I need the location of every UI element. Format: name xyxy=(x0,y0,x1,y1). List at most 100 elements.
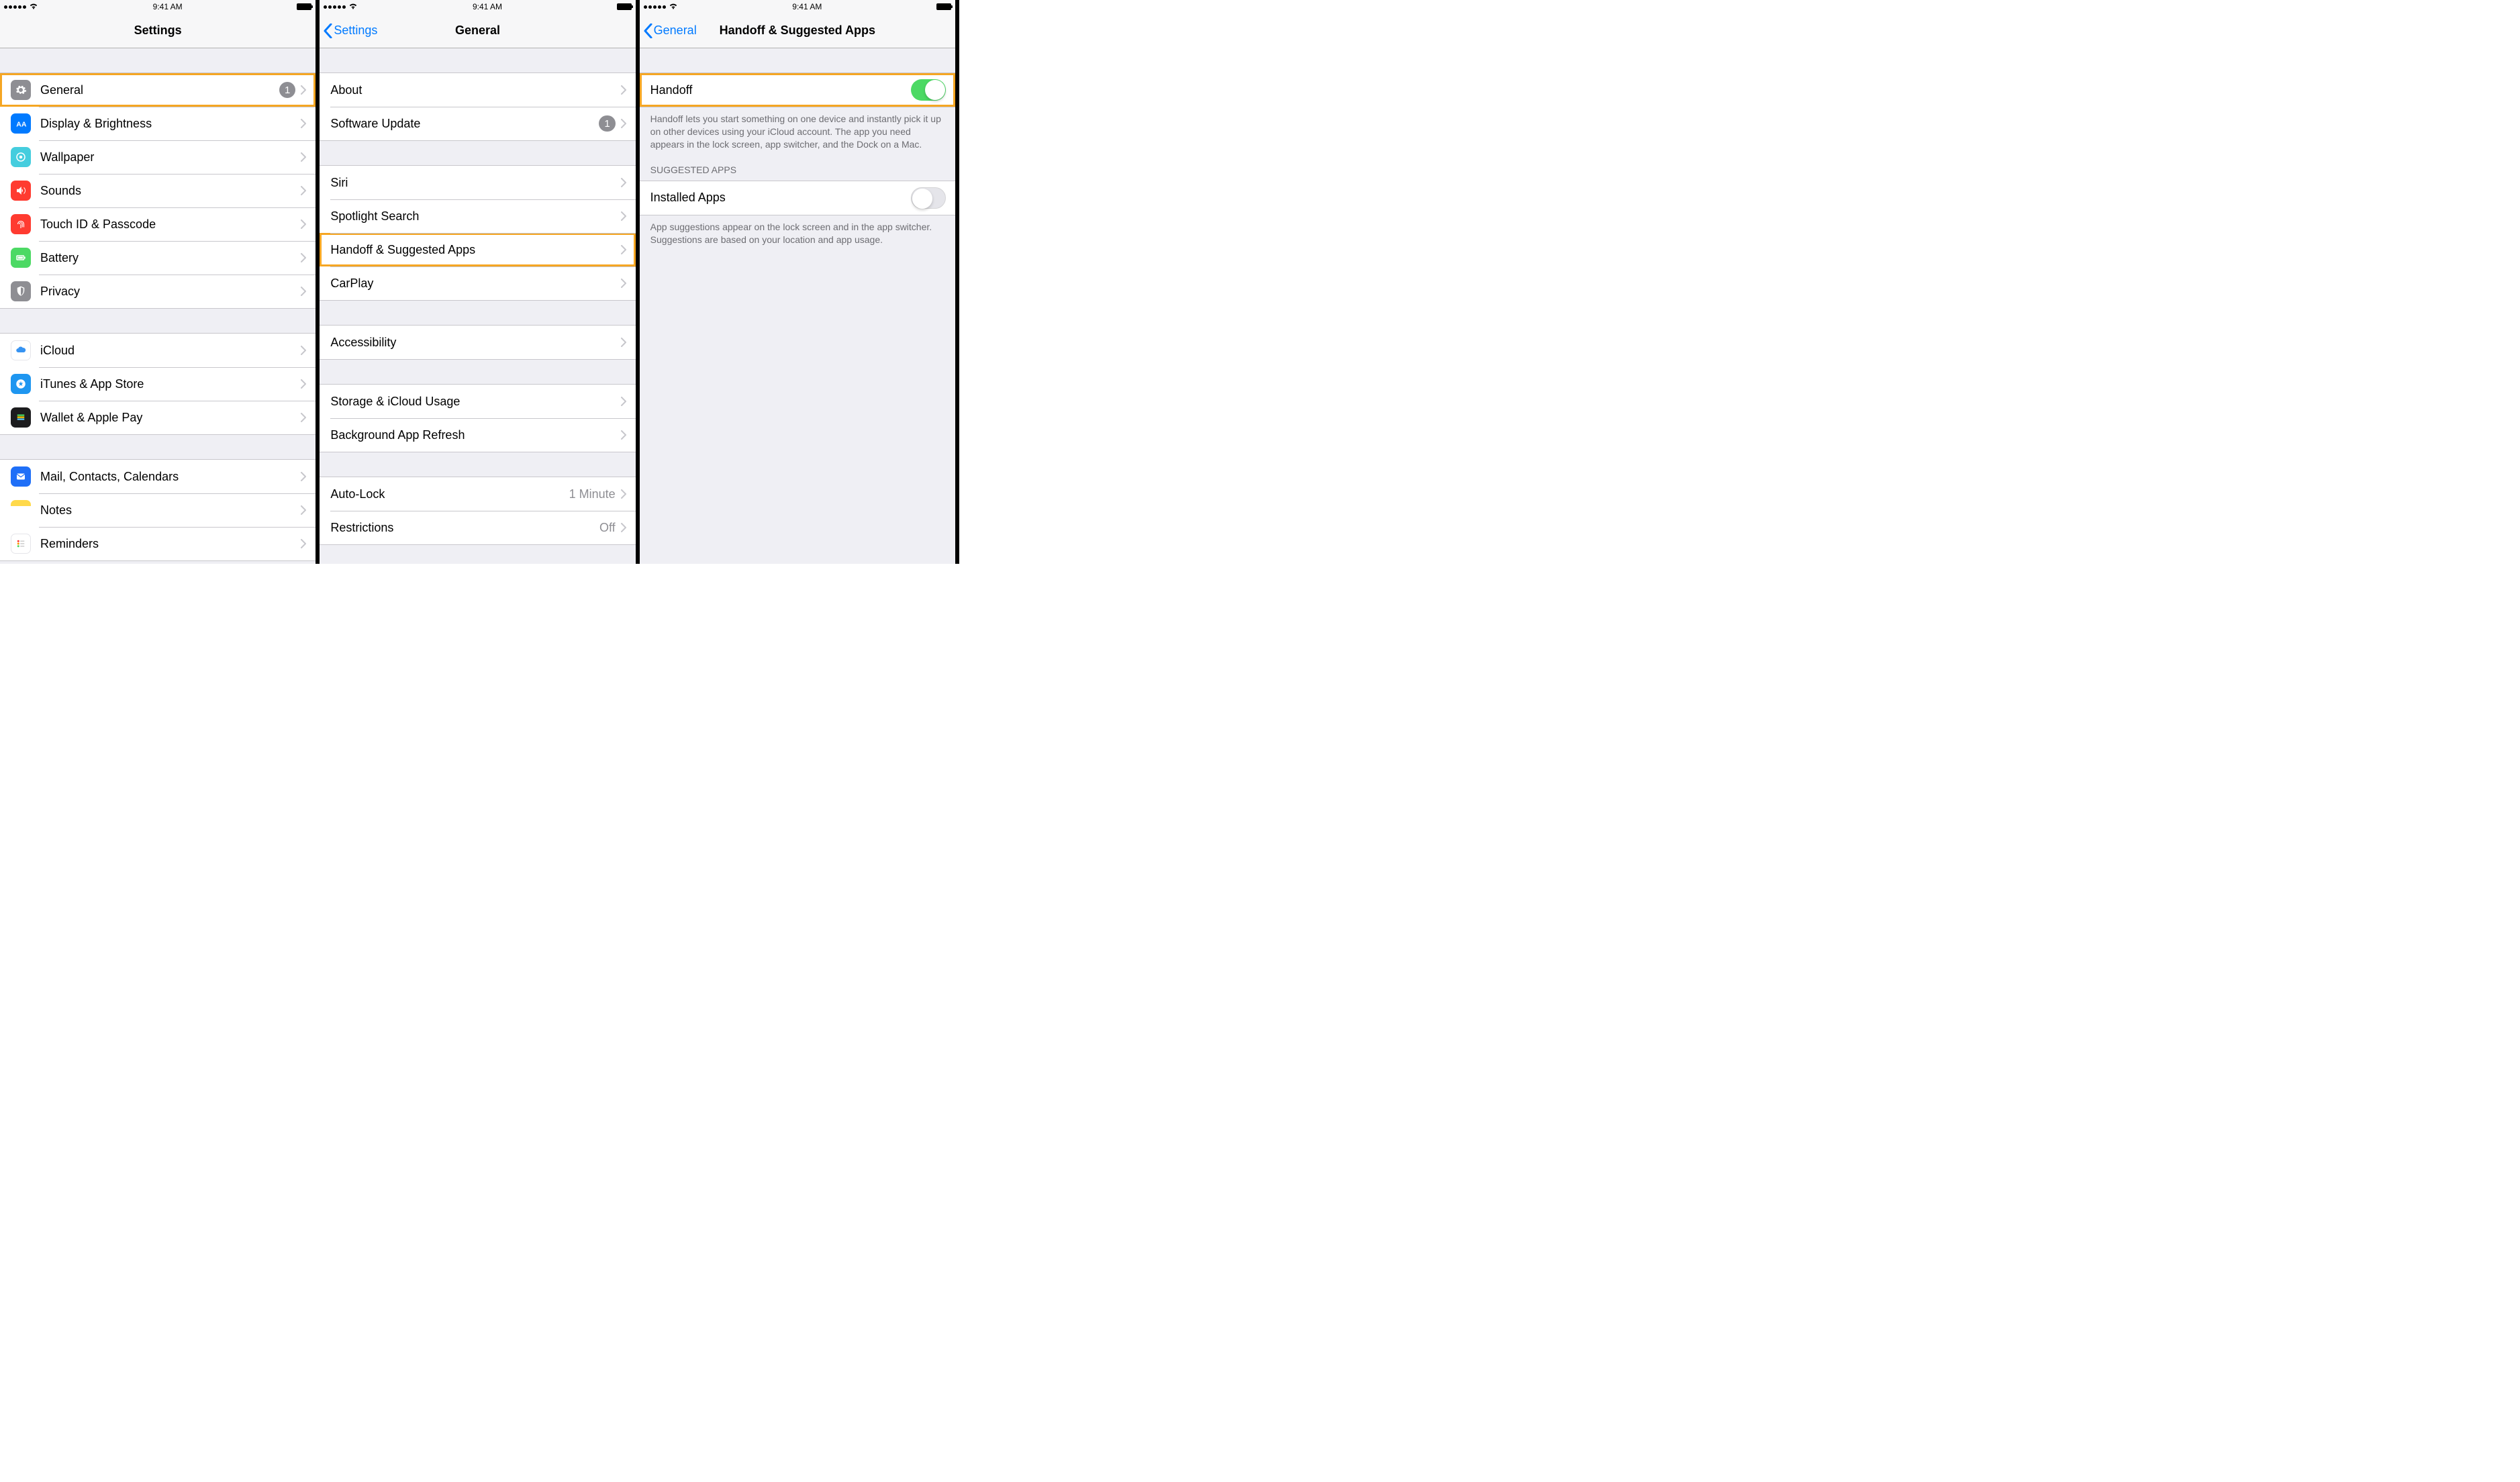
back-label: Settings xyxy=(334,23,377,38)
status-bar: 9:41 AM xyxy=(0,0,316,13)
row-label: Mail, Contacts, Calendars xyxy=(40,470,301,484)
back-button[interactable]: Settings xyxy=(324,13,377,48)
general-row-siri[interactable]: Siri xyxy=(320,166,635,199)
chevron-right-icon xyxy=(621,178,626,187)
wallpaper-icon xyxy=(11,147,31,167)
chevron-right-icon xyxy=(301,186,306,195)
chevron-right-icon xyxy=(621,523,626,532)
handoff-toggle[interactable] xyxy=(911,79,946,101)
wifi-icon xyxy=(29,2,38,11)
general-row-about[interactable]: About xyxy=(320,73,635,107)
chevron-right-icon xyxy=(621,85,626,95)
signal-dots-icon xyxy=(4,5,26,9)
chevron-right-icon xyxy=(621,430,626,440)
page-title: Handoff & Suggested Apps xyxy=(720,23,875,38)
settings-row-notes[interactable]: Notes xyxy=(0,493,316,527)
row-label: General xyxy=(40,83,279,97)
general-row-accessibility[interactable]: Accessibility xyxy=(320,326,635,359)
status-time: 9:41 AM xyxy=(792,2,822,11)
general-row-restrictions[interactable]: RestrictionsOff xyxy=(320,511,635,544)
settings-row-battery[interactable]: Battery xyxy=(0,241,316,275)
settings-row-mail[interactable]: Mail, Contacts, Calendars xyxy=(0,460,316,493)
row-label: Spotlight Search xyxy=(330,209,620,224)
nav-bar: Settings xyxy=(0,13,316,48)
row-label: Software Update xyxy=(330,117,599,131)
settings-row-general[interactable]: General1 xyxy=(0,73,316,107)
wifi-icon xyxy=(348,2,358,11)
itunes-icon xyxy=(11,374,31,394)
installed-apps-cell[interactable]: Installed Apps xyxy=(640,181,955,215)
chevron-right-icon xyxy=(301,505,306,515)
settings-list[interactable]: General1 AA Display & Brightness WallpaperS… xyxy=(0,48,316,564)
general-row-storage-icloud-usage[interactable]: Storage & iCloud Usage xyxy=(320,385,635,418)
row-label: Restrictions xyxy=(330,521,599,535)
chevron-right-icon xyxy=(301,413,306,422)
settings-row-display[interactable]: AA Display & Brightness xyxy=(0,107,316,140)
status-bar: 9:41 AM xyxy=(320,0,635,13)
settings-row-wallet[interactable]: Wallet & Apple Pay xyxy=(0,401,316,434)
chevron-right-icon xyxy=(301,472,306,481)
general-row-spotlight-search[interactable]: Spotlight Search xyxy=(320,199,635,233)
row-label: Siri xyxy=(330,176,620,190)
settings-row-touchid[interactable]: Touch ID & Passcode xyxy=(0,207,316,241)
status-time: 9:41 AM xyxy=(473,2,502,11)
chevron-right-icon xyxy=(621,489,626,499)
battery-icon xyxy=(617,3,632,10)
row-label: Storage & iCloud Usage xyxy=(330,395,620,409)
general-row-handoff-suggested-apps[interactable]: Handoff & Suggested Apps xyxy=(320,233,635,266)
signal-dots-icon xyxy=(644,5,666,9)
status-time: 9:41 AM xyxy=(153,2,183,11)
settings-row-privacy[interactable]: Privacy xyxy=(0,275,316,308)
handoff-cell[interactable]: Handoff xyxy=(640,73,955,107)
chevron-right-icon xyxy=(301,287,306,296)
badge: 1 xyxy=(279,82,295,98)
settings-row-sounds[interactable]: Sounds xyxy=(0,174,316,207)
handoff-screen: 9:41 AM General Handoff & Suggested Apps… xyxy=(640,0,959,564)
chevron-right-icon xyxy=(621,211,626,221)
general-list[interactable]: AboutSoftware Update1SiriSpotlight Searc… xyxy=(320,48,635,564)
row-value: Off xyxy=(599,521,616,535)
chevron-right-icon xyxy=(301,152,306,162)
page-title: Settings xyxy=(134,23,182,38)
battery-icon xyxy=(297,3,311,10)
handoff-list[interactable]: Handoff Handoff lets you start something… xyxy=(640,48,955,564)
row-label: Auto-Lock xyxy=(330,487,569,501)
row-value: 1 Minute xyxy=(569,487,616,501)
row-label: Privacy xyxy=(40,285,301,299)
general-row-carplay[interactable]: CarPlay xyxy=(320,266,635,300)
row-label: Accessibility xyxy=(330,336,620,350)
chevron-right-icon xyxy=(621,119,626,128)
settings-row-itunes[interactable]: iTunes & App Store xyxy=(0,367,316,401)
settings-row-wallpaper[interactable]: Wallpaper xyxy=(0,140,316,174)
back-label: General xyxy=(654,23,697,38)
svg-text:AA: AA xyxy=(16,121,27,129)
suggested-footer: App suggestions appear on the lock scree… xyxy=(640,215,955,246)
chevron-right-icon xyxy=(621,279,626,288)
wifi-icon xyxy=(669,2,678,11)
badge: 1 xyxy=(599,115,615,132)
chevron-right-icon xyxy=(301,119,306,128)
sounds-icon xyxy=(11,181,31,201)
chevron-right-icon xyxy=(301,219,306,229)
row-label: Notes xyxy=(40,503,301,517)
back-button[interactable]: General xyxy=(644,13,697,48)
general-row-auto-lock[interactable]: Auto-Lock1 Minute xyxy=(320,477,635,511)
page-title: General xyxy=(455,23,500,38)
chevron-right-icon xyxy=(301,539,306,548)
battery-icon xyxy=(936,3,951,10)
chevron-right-icon xyxy=(621,338,626,347)
settings-row-reminders[interactable]: Reminders xyxy=(0,527,316,560)
nav-bar: General Handoff & Suggested Apps xyxy=(640,13,955,48)
installed-apps-toggle[interactable] xyxy=(911,187,946,209)
settings-row-icloud[interactable]: iCloud xyxy=(0,334,316,367)
chevron-right-icon xyxy=(621,245,626,254)
row-label: iTunes & App Store xyxy=(40,377,301,391)
chevron-left-icon xyxy=(644,23,652,38)
row-label: Display & Brightness xyxy=(40,117,301,131)
general-row-software-update[interactable]: Software Update1 xyxy=(320,107,635,140)
general-row-background-app-refresh[interactable]: Background App Refresh xyxy=(320,418,635,452)
row-label: iCloud xyxy=(40,344,301,358)
battery-icon xyxy=(11,248,31,268)
chevron-right-icon xyxy=(621,397,626,406)
handoff-footer: Handoff lets you start something on one … xyxy=(640,107,955,151)
